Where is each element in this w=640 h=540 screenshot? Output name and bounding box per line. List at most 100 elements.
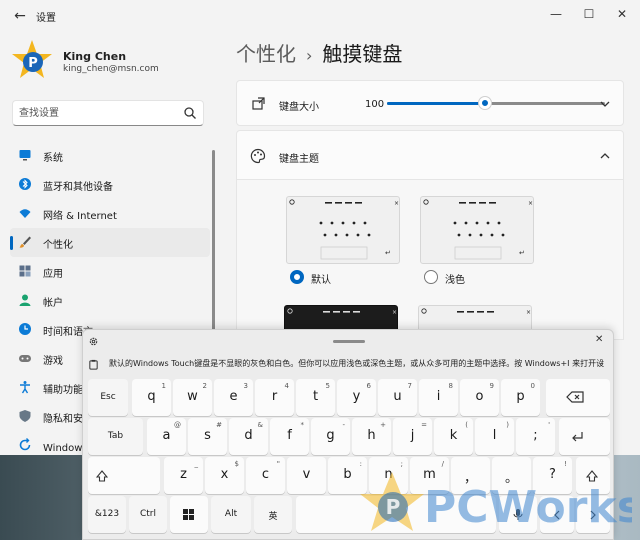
letter-key[interactable]: * f	[270, 418, 309, 455]
keyboard-size-label: 键盘大小	[279, 102, 319, 113]
keyboard-size-slider[interactable]	[387, 96, 605, 110]
letter-key[interactable]: 4r	[255, 379, 294, 416]
key-label: a	[162, 428, 171, 443]
theme-light-radio[interactable]	[424, 270, 438, 284]
letter-key[interactable]: ';	[516, 418, 555, 455]
letter-key[interactable]: -g	[311, 418, 350, 455]
letter-key[interactable]: 2w	[173, 379, 212, 416]
letter-key[interactable]: @ a	[147, 418, 186, 455]
letter-key[interactable]: _ z	[164, 457, 203, 494]
key-label: Esc	[100, 392, 116, 402]
letter-key[interactable]: :b	[328, 457, 367, 494]
alt-key[interactable]: Alt	[211, 496, 251, 533]
letter-key[interactable]: ) l	[475, 418, 514, 455]
sidebar-item[interactable]: 个性化	[10, 228, 210, 257]
letter-key[interactable]: 1q	[132, 379, 171, 416]
letter-key[interactable]: = j	[393, 418, 432, 455]
keyboard-theme-card: 键盘主题	[236, 130, 624, 180]
keyboard-size-card: 键盘大小 100	[236, 80, 624, 126]
bluetooth-icon	[19, 178, 31, 190]
letter-key[interactable]: " c	[246, 457, 285, 494]
palette-icon	[250, 148, 266, 164]
letter-key[interactable]: !?	[533, 457, 572, 494]
letter-key[interactable]: ; n	[369, 457, 408, 494]
letter-key[interactable]: 。	[492, 457, 531, 494]
key-label: k	[449, 428, 458, 443]
update-icon	[19, 438, 31, 451]
key-label: u	[393, 389, 402, 404]
svg-text:↵: ↵	[385, 249, 391, 257]
chevron-left-icon	[554, 510, 560, 520]
letter-key[interactable]: $ x	[205, 457, 244, 494]
backspace-icon	[566, 391, 584, 403]
close-button[interactable]: ✕	[610, 3, 634, 25]
letter-key[interactable]: ，	[451, 457, 490, 494]
windows-key[interactable]	[170, 496, 208, 533]
numbers-key[interactable]: &123	[88, 496, 126, 533]
letter-key[interactable]: 8i	[419, 379, 458, 416]
letter-key[interactable]: # s	[188, 418, 227, 455]
key-label: Alt	[224, 509, 238, 519]
keyboard-theme-label: 键盘主题	[279, 154, 319, 165]
theme-default-radio[interactable]	[290, 270, 304, 284]
sidebar-item[interactable]: 蓝牙和其他设备	[10, 170, 210, 199]
letter-key[interactable]: + h	[352, 418, 391, 455]
slider-thumb[interactable]	[479, 97, 492, 109]
drag-handle[interactable]	[333, 340, 365, 343]
sidebar-item-label: 网络 & Internet	[43, 211, 117, 222]
key-label: i	[436, 389, 441, 404]
chevron-down-icon[interactable]	[599, 98, 611, 110]
chevron-right-icon[interactable]: ›	[600, 358, 603, 367]
key-label: ，	[463, 471, 477, 486]
maximize-button[interactable]: ☐	[577, 3, 601, 25]
theme-light-preview[interactable]: × ↵	[420, 196, 534, 264]
shift-key-right[interactable]	[576, 457, 610, 494]
space-key[interactable]	[296, 496, 496, 533]
search-icon[interactable]	[183, 106, 197, 120]
search-box[interactable]	[12, 100, 204, 126]
minimize-button[interactable]: —	[544, 3, 568, 25]
app-title: 设置	[36, 13, 56, 24]
letter-key[interactable]: 7u	[378, 379, 417, 416]
tab-key[interactable]: Tab	[88, 418, 143, 455]
avatar[interactable]: P	[10, 38, 54, 82]
ctrl-key[interactable]: Ctrl	[129, 496, 167, 533]
sidebar-item[interactable]: 网络 & Internet	[10, 199, 210, 228]
key-label: q	[147, 389, 156, 404]
right-arrow-key[interactable]	[576, 496, 610, 533]
svg-text:×: ×	[526, 309, 531, 316]
key-label: z	[180, 467, 187, 482]
letter-key[interactable]: 9o	[460, 379, 499, 416]
backspace-key[interactable]	[546, 379, 610, 416]
breadcrumb-parent[interactable]: 个性化	[236, 42, 296, 66]
shift-key-left[interactable]	[88, 457, 160, 494]
letter-key[interactable]: & d	[229, 418, 268, 455]
letter-key[interactable]: / m	[410, 457, 449, 494]
theme-gallery: ×↵ ×↵ 默认 浅色 × ×↵	[236, 180, 624, 373]
letter-key[interactable]: 6y	[337, 379, 376, 416]
theme-default-preview[interactable]: × ↵	[286, 196, 400, 264]
sidebar-item[interactable]: 应用	[10, 257, 210, 286]
suggestion-text[interactable]: 默认的Windows Touch键盘是不显眼的灰色和白色。但你可以应用浅色或深色…	[109, 358, 604, 369]
letter-key[interactable]: (k	[434, 418, 473, 455]
letter-key[interactable]: 3e	[214, 379, 253, 416]
left-arrow-key[interactable]	[540, 496, 574, 533]
search-input[interactable]	[19, 105, 179, 121]
sidebar-item[interactable]: 系统	[10, 141, 210, 170]
person-icon	[19, 294, 31, 306]
clipboard-icon[interactable]	[88, 359, 99, 370]
shield-icon	[19, 410, 31, 422]
language-key[interactable]: 英	[254, 496, 292, 533]
gear-icon[interactable]	[88, 336, 99, 347]
letter-key[interactable]: 0p	[501, 379, 540, 416]
mic-key[interactable]	[499, 496, 537, 533]
esc-key[interactable]: Esc	[88, 379, 128, 416]
sidebar-item[interactable]: 帐户	[10, 286, 210, 315]
letter-key[interactable]: v	[287, 457, 326, 494]
back-arrow-icon[interactable]: ←	[10, 6, 30, 26]
letter-key[interactable]: 5t	[296, 379, 335, 416]
keyboard-close-icon[interactable]: ✕	[595, 334, 603, 345]
chevron-up-icon[interactable]	[599, 150, 611, 162]
enter-key[interactable]	[559, 418, 610, 455]
user-email: king_chen@msn.com	[63, 64, 159, 74]
